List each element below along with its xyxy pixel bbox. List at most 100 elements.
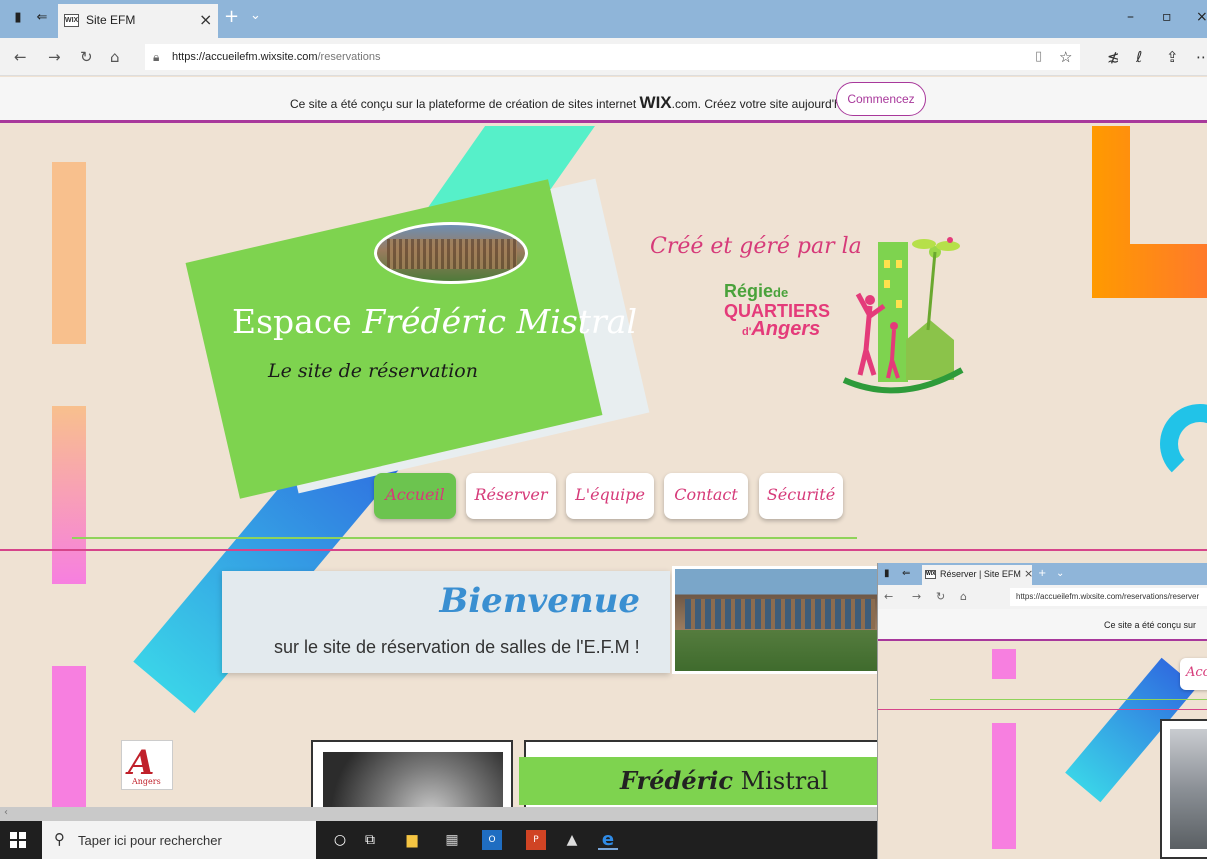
- restore-icon[interactable]: ▫: [1162, 9, 1172, 25]
- regie-logo-text: Régiede QUARTIERS d'Angers: [724, 282, 830, 341]
- nav-equipe[interactable]: L'équipe: [566, 473, 654, 519]
- powerpoint-icon[interactable]: P: [526, 830, 546, 850]
- edge-browser-icon[interactable]: e: [598, 830, 618, 850]
- regie-d: d': [742, 326, 752, 338]
- overlay-tab-reserver[interactable]: WIX Réserver | Site EFM ×: [922, 565, 1033, 585]
- nav-contact[interactable]: Contact: [664, 473, 748, 519]
- start-pane-4: [19, 841, 26, 848]
- photos-icon[interactable]: ▲: [562, 830, 582, 850]
- overlay-room-photo: [1170, 729, 1207, 849]
- pen-icon[interactable]: ℓ: [1136, 48, 1142, 66]
- forward-icon[interactable]: →: [48, 48, 61, 66]
- overlay-close-tab-icon[interactable]: ×: [1024, 567, 1033, 580]
- overlay-url-text: https://accueilefm.wixsite.com/reservati…: [1016, 592, 1200, 601]
- nav-securite[interactable]: Sécurité: [759, 473, 843, 519]
- regie-logo-graphic: [842, 237, 964, 394]
- decor-block-cutout: [1130, 126, 1207, 244]
- windows-start-icon[interactable]: [10, 832, 26, 848]
- building-windows: [685, 599, 875, 629]
- welcome-title: Bienvenue: [439, 581, 640, 621]
- decor-arc-cyan: [1160, 404, 1207, 484]
- browser-tab-bar: ▮ ⇐ WIX Site EFM × + ⌄ – ▫ ×: [0, 0, 1207, 38]
- decor-stripe-gradient: [52, 406, 86, 584]
- tab-site-efm[interactable]: WIX Site EFM ×: [58, 4, 218, 38]
- refresh-icon[interactable]: ↻: [80, 48, 93, 66]
- wix-brand: WIX: [639, 93, 672, 112]
- overlay-url-field[interactable]: https://accueilefm.wixsite.com/reservati…: [1010, 588, 1207, 606]
- overlay-home-icon[interactable]: ⌂: [960, 590, 967, 603]
- wix-favicon-icon: WIX: [64, 14, 79, 27]
- regie-line1: Régiede: [724, 282, 830, 302]
- overlay-chevron-down-icon[interactable]: ⌄: [1056, 568, 1064, 579]
- overlay-nav-accueil[interactable]: Acc: [1180, 658, 1207, 690]
- favorites-icon[interactable]: ≴: [1107, 48, 1120, 66]
- wix-msg-before: Ce site a été conçu sur la plateforme de…: [290, 97, 640, 111]
- favorite-star-icon[interactable]: ☆: [1059, 48, 1072, 66]
- close-tab-icon[interactable]: ×: [199, 10, 212, 29]
- chevron-down-icon[interactable]: ⌄: [250, 8, 261, 23]
- new-tab-icon[interactable]: +: [224, 6, 239, 27]
- angers-logo-text: Angers: [132, 777, 161, 786]
- scroll-left-icon[interactable]: ‹: [4, 807, 8, 818]
- outlook-icon[interactable]: O: [482, 830, 502, 850]
- divider-pink: [0, 549, 1207, 551]
- home-icon[interactable]: ⌂: [110, 48, 120, 66]
- wix-msg-after: .com. Créez votre site aujourd'hui.: [671, 97, 854, 111]
- regie-angers: Angers: [751, 318, 821, 340]
- frederic-mistral-title: Frédéric Mistral: [620, 766, 828, 795]
- search-icon: ⚲: [54, 830, 65, 848]
- nav-accueil[interactable]: Accueil: [374, 473, 456, 519]
- created-by-text: Créé et géré par la: [650, 234, 862, 259]
- start-pane-3: [10, 841, 17, 848]
- tab-actions-icon[interactable]: ▮: [10, 10, 26, 26]
- address-bar-row: ← → ↻ ⌂ 🔒︎ https://accueilefm.wixsite.co…: [0, 38, 1207, 76]
- overlay-forward-icon[interactable]: →: [912, 590, 921, 603]
- overlay-address-row: ← → ↻ ⌂ https://accueilefm.wixsite.com/r…: [878, 585, 1207, 609]
- minimize-icon[interactable]: –: [1127, 9, 1134, 25]
- set-tabs-aside-icon[interactable]: ⇐: [34, 10, 50, 26]
- building-facade: [387, 239, 517, 269]
- url-text: https://accueilefm.wixsite.com/reservati…: [172, 51, 380, 63]
- overlay-decor-pink-top: [992, 649, 1016, 679]
- lock-icon: 🔒︎: [153, 50, 160, 64]
- site-title-script: Frédéric Mistral: [362, 302, 638, 341]
- welcome-box: Bienvenue sur le site de réservation de …: [222, 571, 670, 673]
- regie-de: de: [773, 285, 789, 300]
- url-field[interactable]: 🔒︎ https://accueilefm.wixsite.com/reserv…: [145, 44, 1080, 70]
- nav-reserver[interactable]: Réserver: [466, 473, 556, 519]
- file-explorer-icon[interactable]: ▆: [402, 830, 422, 850]
- decor-stripe-pink: [52, 666, 86, 821]
- overlay-back-icon[interactable]: ←: [884, 590, 893, 603]
- decor-stripe-peach: [52, 162, 86, 344]
- overlay-wix-favicon-icon: WIX: [925, 570, 936, 579]
- wix-banner-message: Ce site a été conçu sur la plateforme de…: [290, 93, 853, 113]
- share-icon[interactable]: ⇪: [1166, 48, 1179, 66]
- regie-word: Régie: [724, 281, 774, 301]
- tab-title: Site EFM: [86, 13, 136, 27]
- site-title-plain: Espace: [232, 302, 363, 341]
- overlay-refresh-icon[interactable]: ↻: [936, 590, 945, 603]
- task-view-icon[interactable]: ⧉: [360, 830, 380, 850]
- site-title: Espace Frédéric Mistral: [232, 302, 637, 341]
- fm-title-plain: Mistral: [732, 767, 829, 795]
- reading-view-icon[interactable]: ▯: [1035, 49, 1042, 64]
- start-pane-2: [19, 832, 26, 839]
- commencez-button[interactable]: Commencez: [836, 82, 926, 116]
- overlay-new-tab-icon[interactable]: +: [1038, 568, 1046, 579]
- overlay-tab-bar: ▮ ⇐ WIX Réserver | Site EFM × + ⌄: [878, 563, 1207, 585]
- overlay-browser-window[interactable]: ▮ ⇐ WIX Réserver | Site EFM × + ⌄ ← → ↻ …: [877, 563, 1207, 859]
- start-pane-1: [10, 832, 17, 839]
- overlay-tabs-aside-icon[interactable]: ⇐: [902, 568, 910, 579]
- calculator-icon[interactable]: ▦: [442, 830, 462, 850]
- more-icon[interactable]: ⋯: [1196, 48, 1207, 66]
- search-placeholder: Taper ici pour rechercher: [78, 833, 222, 848]
- close-window-icon[interactable]: ×: [1196, 9, 1207, 25]
- back-icon[interactable]: ←: [14, 48, 27, 66]
- cortana-icon[interactable]: ○: [330, 830, 350, 850]
- overlay-tab-actions-icon[interactable]: ▮: [884, 568, 890, 579]
- overlay-decor-pink-bottom: [992, 723, 1016, 849]
- building-oval-photo: [374, 222, 528, 284]
- windows-taskbar: ⚲ Taper ici pour rechercher ○ ⧉ ▆ ▦ O P …: [0, 821, 877, 859]
- site-subtitle: Le site de réservation: [268, 360, 478, 382]
- taskbar-search-input[interactable]: ⚲ Taper ici pour rechercher: [42, 821, 316, 859]
